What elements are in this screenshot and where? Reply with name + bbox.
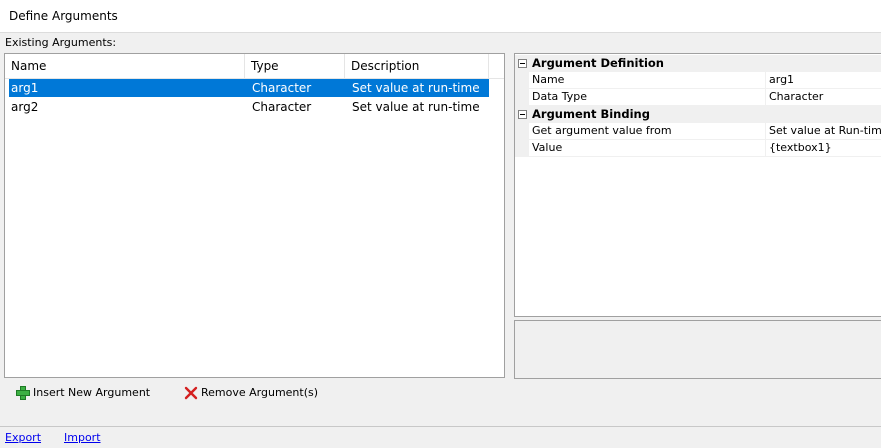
category-argument-binding[interactable]: Argument Binding <box>515 106 881 123</box>
column-header-description[interactable]: Description <box>345 54 489 78</box>
property-value[interactable]: Set value at Run-time <box>769 123 881 139</box>
property-row-data-type[interactable]: Data Type Character <box>515 89 881 106</box>
existing-arguments-label: Existing Arguments: <box>5 36 117 49</box>
argument-type-cell: Character <box>252 100 312 114</box>
red-x-icon <box>184 386 198 400</box>
argument-row-arg1[interactable]: arg1 Character Set value at run-time <box>9 79 489 97</box>
arguments-list[interactable]: Name Type Description arg1 Character Set… <box>4 53 505 378</box>
remove-button-label: Remove Argument(s) <box>201 386 319 399</box>
property-help-panel <box>514 320 881 379</box>
property-value[interactable]: {textbox1} <box>769 140 881 156</box>
property-value[interactable]: Character <box>769 89 881 105</box>
dialog-title: Define Arguments <box>9 9 118 23</box>
column-header-name[interactable]: Name <box>5 54 245 78</box>
argument-description-cell: Set value at run-time <box>352 100 480 114</box>
argument-row-arg2[interactable]: arg2 Character Set value at run-time <box>9 98 489 116</box>
export-link[interactable]: Export <box>5 431 41 444</box>
dialog-title-bar: Define Arguments <box>0 0 881 33</box>
property-name: Name <box>532 72 766 88</box>
property-grid[interactable]: Argument Definition Name arg1 Data Type … <box>514 53 881 317</box>
remove-arguments-button[interactable]: Remove Argument(s) <box>183 384 318 402</box>
property-name: Value <box>532 140 766 156</box>
property-row-get-value-from[interactable]: Get argument value from Set value at Run… <box>515 123 881 140</box>
property-name: Data Type <box>532 89 766 105</box>
collapse-icon[interactable] <box>518 59 527 68</box>
argument-name-cell: arg1 <box>11 81 39 95</box>
column-header-type[interactable]: Type <box>245 54 345 78</box>
argument-type-cell: Character <box>252 81 312 95</box>
argument-name-cell: arg2 <box>11 100 39 114</box>
collapse-icon[interactable] <box>518 110 527 119</box>
category-label: Argument Binding <box>532 107 650 121</box>
insert-new-argument-button[interactable]: Insert New Argument <box>15 384 150 402</box>
property-row-name[interactable]: Name arg1 <box>515 72 881 89</box>
property-value[interactable]: arg1 <box>769 72 881 88</box>
category-argument-definition[interactable]: Argument Definition <box>515 55 881 72</box>
arguments-list-header: Name Type Description <box>5 54 504 79</box>
green-plus-icon <box>16 386 30 400</box>
column-header-filler <box>489 54 504 78</box>
category-label: Argument Definition <box>532 56 664 70</box>
insert-button-label: Insert New Argument <box>33 386 151 399</box>
argument-description-cell: Set value at run-time <box>352 81 480 95</box>
property-name: Get argument value from <box>532 123 766 139</box>
import-link[interactable]: Import <box>64 431 101 444</box>
footer-divider <box>0 426 881 427</box>
property-row-value[interactable]: Value {textbox1} <box>515 140 881 157</box>
